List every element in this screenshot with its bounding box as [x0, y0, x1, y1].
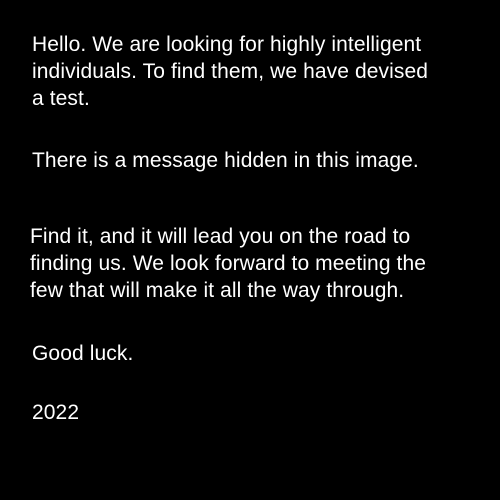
intro-line-1: Hello. We are looking for highly intelli…: [32, 33, 422, 56]
intro-line-3: a test.: [32, 87, 90, 110]
hidden-message-line: There is a message hidden in this image.: [32, 149, 419, 172]
instruction-line-2: finding us. We look forward to meeting t…: [30, 252, 427, 275]
black-background-canvas: Hello. We are looking for highly intelli…: [0, 0, 500, 500]
intro-line-2: individuals. To find them, we have devis…: [32, 60, 429, 83]
instruction-line-3: few that will make it all the way throug…: [30, 279, 405, 302]
year-label: 2022: [32, 401, 80, 424]
good-luck-line: Good luck.: [32, 342, 134, 365]
instruction-line-1: Find it, and it will lead you on the roa…: [30, 225, 411, 248]
